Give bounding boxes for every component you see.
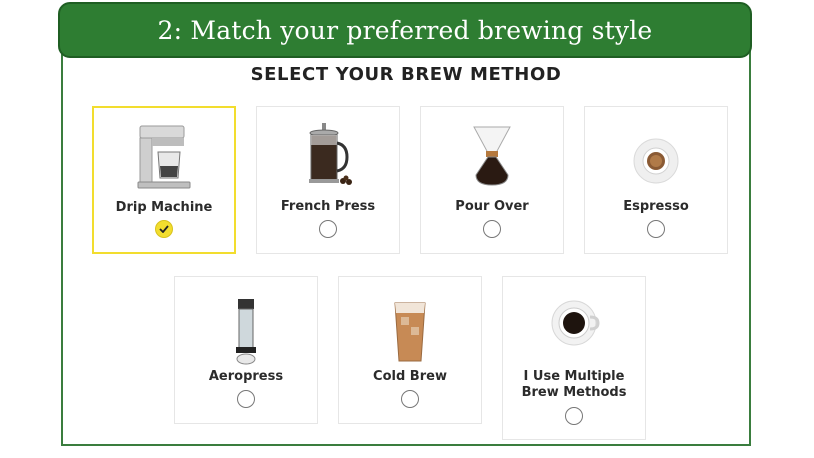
option-espresso[interactable]: Espresso: [584, 106, 728, 254]
pour-over-icon: [421, 121, 563, 191]
option-label: Espresso: [623, 199, 689, 214]
french-press-icon: [257, 121, 399, 191]
radio-unselected[interactable]: [319, 220, 337, 238]
option-aeropress[interactable]: Aeropress: [174, 276, 318, 424]
option-label: Pour Over: [455, 199, 529, 214]
radio-unselected[interactable]: [401, 390, 419, 408]
drip-machine-icon: [94, 122, 234, 192]
aeropress-icon: [175, 297, 317, 367]
coffee-cup-icon: [503, 295, 645, 365]
radio-unselected[interactable]: [647, 220, 665, 238]
checkmark-icon: [159, 225, 169, 233]
option-french-press[interactable]: French Press: [256, 106, 400, 254]
option-label: Drip Machine: [115, 200, 213, 215]
section-heading: SELECT YOUR BREW METHOD: [250, 64, 562, 85]
option-pour-over[interactable]: Pour Over: [420, 106, 564, 254]
radio-unselected[interactable]: [483, 220, 501, 238]
option-cold-brew[interactable]: Cold Brew: [338, 276, 482, 424]
option-label: I Use Multiple Brew Methods: [521, 369, 627, 400]
radio-selected[interactable]: [155, 220, 173, 238]
cold-brew-glass-icon: [339, 297, 481, 367]
option-label: French Press: [280, 199, 376, 214]
option-label: Aeropress: [208, 369, 284, 384]
banner-title: 2: Match your preferred brewing style: [157, 15, 653, 45]
option-multiple-methods[interactable]: I Use Multiple Brew Methods: [502, 276, 646, 440]
espresso-cup-icon: [585, 121, 727, 191]
option-drip-machine[interactable]: Drip Machine: [92, 106, 236, 254]
radio-unselected[interactable]: [237, 390, 255, 408]
step-banner: 2: Match your preferred brewing style: [58, 2, 752, 58]
radio-unselected[interactable]: [565, 407, 583, 425]
option-label: Cold Brew: [373, 369, 447, 384]
